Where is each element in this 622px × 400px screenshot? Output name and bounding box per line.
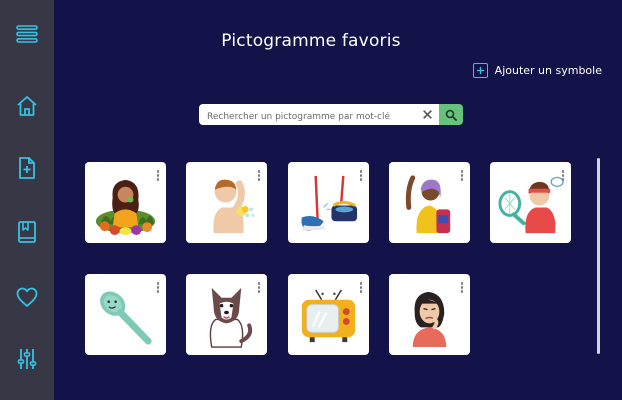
child-washing-icon	[213, 179, 255, 234]
pictogram-card[interactable]	[288, 162, 369, 243]
card-menu-icon[interactable]	[459, 282, 465, 296]
clear-icon[interactable]	[422, 109, 433, 120]
scrollbar[interactable]	[597, 158, 600, 354]
home-icon	[17, 96, 37, 116]
file-add-icon	[19, 157, 35, 179]
sidebar-item-library[interactable]	[11, 216, 43, 248]
pictogram-card[interactable]	[85, 274, 166, 355]
search-button[interactable]	[439, 104, 463, 125]
plus-icon	[472, 63, 488, 78]
add-symbol-button[interactable]: Ajouter un symbole	[472, 63, 602, 78]
search-input[interactable]	[199, 106, 422, 128]
sliders-icon	[17, 349, 37, 369]
cleaning-mop-bucket-icon	[301, 175, 358, 232]
pictogram-card[interactable]	[186, 274, 267, 355]
pictogram-card[interactable]	[186, 162, 267, 243]
sidebar-item-settings[interactable]	[11, 343, 43, 375]
card-menu-icon[interactable]	[358, 282, 364, 296]
pictogram-card[interactable]	[389, 162, 470, 243]
card-menu-icon[interactable]	[155, 170, 161, 184]
sidebar-item-home[interactable]	[11, 90, 43, 122]
pictogram-card[interactable]	[389, 274, 470, 355]
page-title: Pictogramme favoris	[221, 31, 401, 51]
card-menu-icon[interactable]	[256, 282, 262, 296]
search-bar	[199, 104, 463, 128]
heart-icon	[16, 287, 38, 307]
spoon-icon	[100, 291, 152, 345]
sidebar	[0, 0, 54, 400]
pictogram-card[interactable]	[288, 274, 369, 355]
sidebar-item-new-file[interactable]	[11, 152, 43, 184]
pictogram-card[interactable]	[85, 162, 166, 243]
menu-icon	[16, 25, 38, 43]
sidebar-item-favorites[interactable]	[11, 281, 43, 313]
menu-button[interactable]	[11, 18, 43, 50]
card-menu-icon[interactable]	[155, 282, 161, 296]
card-menu-icon[interactable]	[358, 170, 364, 184]
card-menu-icon[interactable]	[256, 170, 262, 184]
card-menu-icon[interactable]	[560, 170, 566, 184]
husky-dog-icon	[209, 287, 253, 348]
book-icon	[18, 221, 36, 243]
woman-eating-vegetables-icon	[95, 179, 156, 236]
television-icon	[301, 289, 356, 343]
add-symbol-label: Ajouter un symbole	[494, 64, 602, 77]
card-menu-icon[interactable]	[459, 170, 465, 184]
pictogram-card[interactable]	[490, 162, 571, 243]
boy-tennis-icon	[498, 176, 564, 234]
woman-thinking-icon	[412, 291, 447, 348]
student-backpack-icon	[405, 175, 451, 234]
search-icon	[445, 109, 457, 121]
search-box	[199, 104, 439, 128]
